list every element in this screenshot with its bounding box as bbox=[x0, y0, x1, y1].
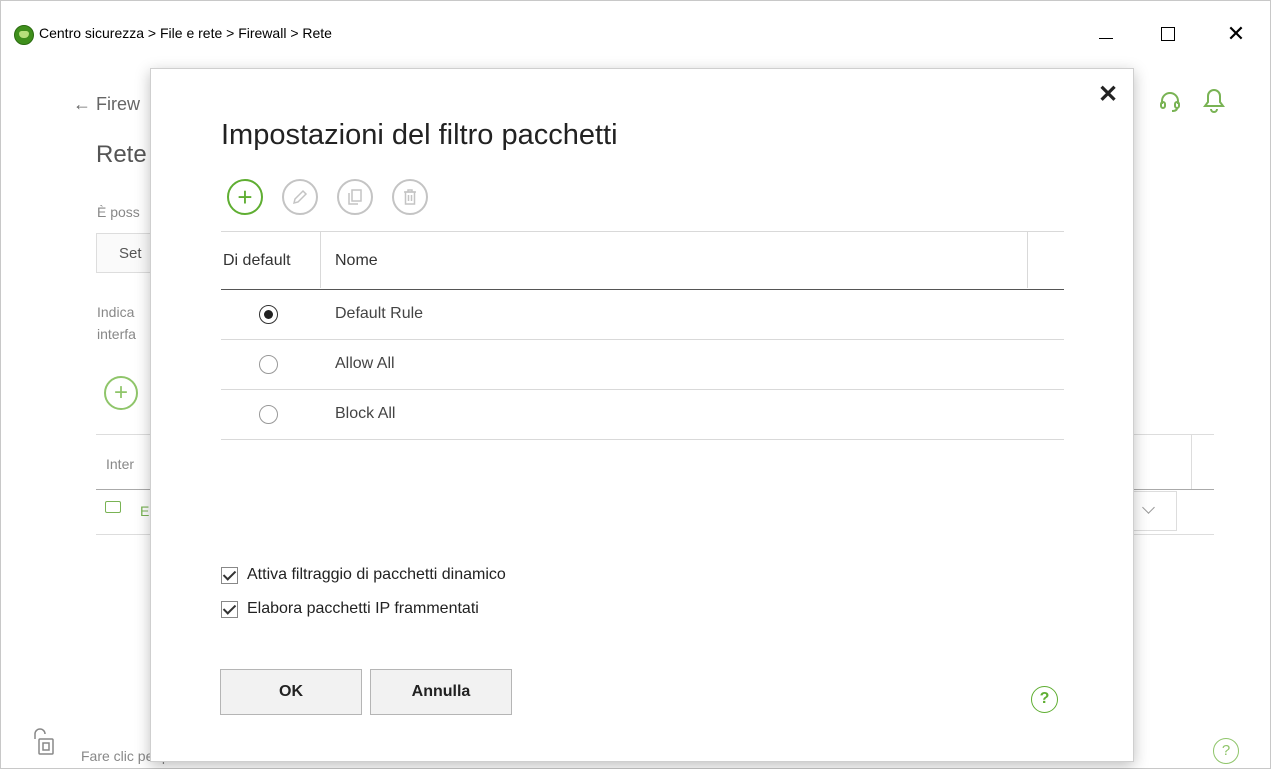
app-logo-icon bbox=[14, 25, 34, 45]
table-header: Di default Nome bbox=[221, 231, 1064, 290]
minimize-icon bbox=[1099, 37, 1113, 39]
help-icon[interactable]: ? bbox=[1031, 686, 1058, 713]
add-interface-button[interactable]: + bbox=[104, 376, 138, 410]
trash-icon bbox=[404, 189, 416, 205]
app-window: Centro sicurezza > File e rete > Firewal… bbox=[0, 0, 1271, 769]
default-radio[interactable] bbox=[259, 405, 278, 424]
rule-name: Allow All bbox=[335, 355, 395, 372]
packet-filter-dialog: ✕ Impostazioni del filtro pacchetti + Di… bbox=[150, 68, 1134, 762]
monitor-icon bbox=[105, 501, 121, 513]
default-radio[interactable] bbox=[259, 355, 278, 374]
interface-description: Indica interfa bbox=[97, 304, 136, 342]
maximize-icon bbox=[1161, 27, 1175, 41]
interface-label[interactable]: E bbox=[140, 503, 149, 519]
fragmented-packets-label: Elabora pacchetti IP frammentati bbox=[247, 600, 479, 617]
dynamic-filtering-option[interactable]: Attiva filtraggio di pacchetti dinamico bbox=[221, 566, 506, 584]
column-separator bbox=[1027, 232, 1028, 288]
copy-icon bbox=[348, 189, 362, 205]
lock-icon[interactable] bbox=[31, 727, 61, 757]
support-headset-icon[interactable] bbox=[1158, 90, 1182, 114]
ok-button[interactable]: OK bbox=[220, 669, 362, 715]
rules-table: Di default Nome Default Rule Allow All B… bbox=[221, 231, 1064, 440]
table-row[interactable]: Block All bbox=[221, 390, 1064, 440]
column-header-name[interactable]: Nome bbox=[335, 252, 378, 270]
rules-toolbar: + bbox=[227, 179, 428, 219]
edit-rule-button[interactable] bbox=[282, 179, 318, 215]
window-close-button[interactable]: ✕ bbox=[1221, 19, 1251, 49]
divider bbox=[1191, 434, 1192, 489]
add-rule-button[interactable]: + bbox=[227, 179, 263, 215]
column-header-default[interactable]: Di default bbox=[223, 252, 291, 270]
dynamic-filtering-label: Attiva filtraggio di pacchetti dinamico bbox=[247, 566, 506, 583]
table-row[interactable]: Allow All bbox=[221, 340, 1064, 390]
default-radio[interactable] bbox=[259, 305, 278, 324]
fragmented-packets-checkbox[interactable] bbox=[221, 600, 238, 618]
fragmented-packets-option[interactable]: Elabora pacchetti IP frammentati bbox=[221, 600, 479, 618]
back-link[interactable]: ← Firew bbox=[73, 94, 140, 115]
minimize-button[interactable] bbox=[1091, 19, 1121, 49]
maximize-button[interactable] bbox=[1153, 19, 1183, 49]
window-breadcrumb: Centro sicurezza > File e rete > Firewal… bbox=[39, 25, 332, 41]
interface-column-header: Inter bbox=[106, 456, 135, 472]
rule-dropdown[interactable] bbox=[1132, 491, 1177, 531]
pencil-icon bbox=[292, 189, 308, 205]
column-separator bbox=[320, 232, 321, 288]
page-description: È poss bbox=[97, 204, 140, 220]
cancel-button[interactable]: Annulla bbox=[370, 669, 512, 715]
rule-name: Default Rule bbox=[335, 305, 424, 322]
rule-name: Block All bbox=[335, 405, 396, 422]
bell-icon[interactable] bbox=[1203, 87, 1225, 113]
dialog-close-button[interactable]: ✕ bbox=[1096, 83, 1120, 107]
help-icon[interactable]: ? bbox=[1213, 738, 1239, 764]
table-row[interactable]: Default Rule bbox=[221, 290, 1064, 340]
delete-rule-button[interactable] bbox=[392, 179, 428, 215]
page-title: Rete bbox=[96, 141, 147, 168]
dynamic-filtering-checkbox[interactable] bbox=[221, 566, 238, 584]
copy-rule-button[interactable] bbox=[337, 179, 373, 215]
title-bar: Centro sicurezza > File e rete > Firewal… bbox=[1, 1, 1270, 67]
dialog-title: Impostazioni del filtro pacchetti bbox=[221, 119, 618, 151]
